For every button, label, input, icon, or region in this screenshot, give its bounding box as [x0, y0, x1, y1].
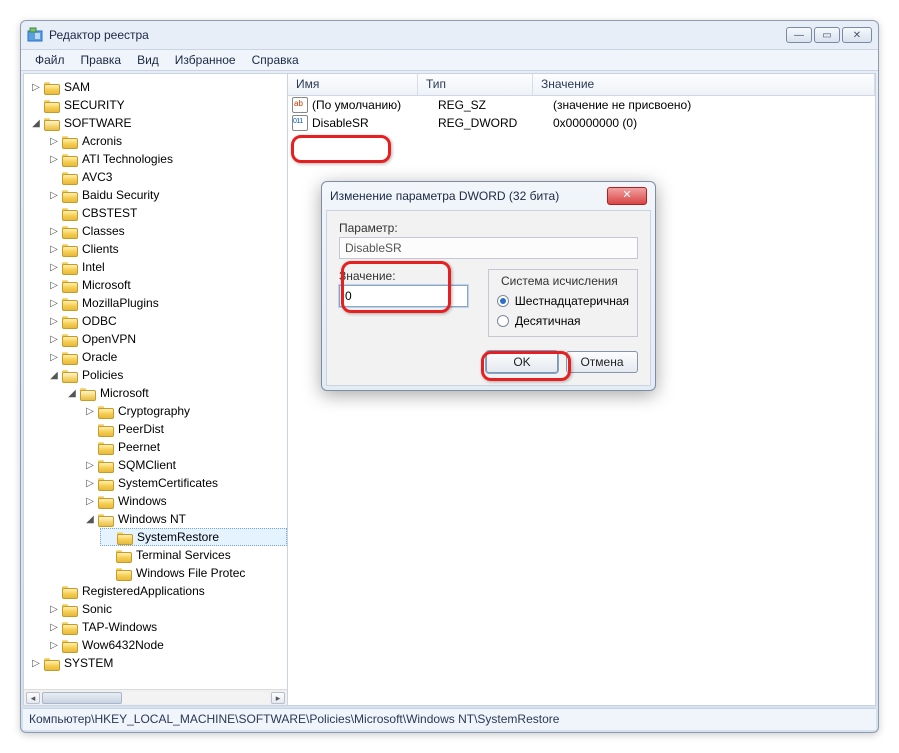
- cell-type: REG_DWORD: [438, 116, 553, 130]
- tree-label: SECURITY: [64, 98, 125, 112]
- radio-hex[interactable]: [497, 295, 509, 307]
- radio-dec[interactable]: [497, 315, 509, 327]
- tree-label: SAM: [64, 80, 90, 94]
- value-input[interactable]: [339, 285, 468, 307]
- tree-node[interactable]: AVC3: [46, 168, 287, 186]
- tree-node[interactable]: ◢SOFTWARE: [28, 114, 287, 132]
- edit-dword-dialog: Изменение параметра DWORD (32 бита) ✕ Па…: [321, 181, 656, 391]
- menu-file[interactable]: Файл: [27, 51, 73, 69]
- value-row-disablesr[interactable]: DisableSR REG_DWORD 0x00000000 (0): [288, 114, 875, 132]
- tree-node[interactable]: ◢Windows NT: [82, 510, 287, 528]
- radio-hex-label: Шестнадцатеричная: [515, 294, 629, 308]
- tree-node[interactable]: ▷Clients: [46, 240, 287, 258]
- tree-node[interactable]: SECURITY: [28, 96, 287, 114]
- scroll-left-icon[interactable]: ◂: [26, 692, 40, 704]
- tree-node-selected[interactable]: SystemRestore: [100, 528, 287, 546]
- registry-tree: ▷SAM SECURITY ◢SOFTWARE ▷Acronis ▷ATI Te…: [24, 78, 287, 672]
- cell-value: (значение не присвоено): [553, 98, 871, 112]
- tree-node[interactable]: ▷ODBC: [46, 312, 287, 330]
- menubar: Файл Правка Вид Избранное Справка: [21, 49, 878, 71]
- radix-legend: Система исчисления: [497, 274, 622, 288]
- titlebar[interactable]: Редактор реестра — ▭ ✕: [21, 21, 878, 49]
- tree-node[interactable]: Terminal Services: [100, 546, 287, 564]
- column-name[interactable]: Имя: [288, 74, 418, 95]
- statusbar-path: Компьютер\HKEY_LOCAL_MACHINE\SOFTWARE\Po…: [29, 712, 559, 726]
- dialog-title: Изменение параметра DWORD (32 бита): [330, 189, 607, 203]
- scroll-track[interactable]: [42, 692, 269, 704]
- cell-value: 0x00000000 (0): [553, 116, 871, 130]
- tree-node[interactable]: ▷Acronis: [46, 132, 287, 150]
- regsz-icon: [292, 97, 308, 113]
- tree-node[interactable]: ◢Microsoft: [64, 384, 287, 402]
- tree-node[interactable]: Peernet: [82, 438, 287, 456]
- menu-view[interactable]: Вид: [129, 51, 167, 69]
- maximize-button[interactable]: ▭: [814, 27, 840, 43]
- cell-name: DisableSR: [312, 116, 438, 130]
- radix-fieldset: Система исчисления Шестнадцатеричная Дес…: [488, 269, 638, 337]
- tree-node[interactable]: RegisteredApplications: [46, 582, 287, 600]
- dialog-titlebar[interactable]: Изменение параметра DWORD (32 бита) ✕: [322, 182, 655, 210]
- value-row-default[interactable]: (По умолчанию) REG_SZ (значение не присв…: [288, 96, 875, 114]
- tree-node[interactable]: ▷Classes: [46, 222, 287, 240]
- registry-editor-window: Редактор реестра — ▭ ✕ Файл Правка Вид И…: [20, 20, 879, 733]
- tree-node[interactable]: ▷OpenVPN: [46, 330, 287, 348]
- tree-node[interactable]: ▷Intel: [46, 258, 287, 276]
- tree-pane[interactable]: ▷SAM SECURITY ◢SOFTWARE ▷Acronis ▷ATI Te…: [24, 74, 288, 705]
- param-label: Параметр:: [339, 221, 638, 235]
- list-header: Имя Тип Значение: [288, 74, 875, 96]
- tree-node[interactable]: ▷Baidu Security: [46, 186, 287, 204]
- radio-dec-label: Десятичная: [515, 314, 581, 328]
- tree-node[interactable]: ▷Wow6432Node: [46, 636, 287, 654]
- param-name-field: DisableSR: [339, 237, 638, 259]
- column-type[interactable]: Тип: [418, 74, 533, 95]
- tree-node[interactable]: ◢Policies: [46, 366, 287, 384]
- tree-node[interactable]: ▷SystemCertificates: [82, 474, 287, 492]
- menu-favorites[interactable]: Избранное: [167, 51, 244, 69]
- tree-node[interactable]: ▷TAP-Windows: [46, 618, 287, 636]
- value-label: Значение:: [339, 269, 468, 283]
- app-icon: [27, 27, 43, 43]
- minimize-button[interactable]: —: [786, 27, 812, 43]
- tree-node[interactable]: CBSTEST: [46, 204, 287, 222]
- menu-edit[interactable]: Правка: [73, 51, 130, 69]
- radio-dec-row[interactable]: Десятичная: [497, 314, 629, 328]
- tree-node[interactable]: ▷SYSTEM: [28, 654, 287, 672]
- tree-node[interactable]: ▷ATI Technologies: [46, 150, 287, 168]
- ok-button[interactable]: OK: [486, 351, 558, 373]
- tree-node[interactable]: ▷Cryptography: [82, 402, 287, 420]
- dialog-body: Параметр: DisableSR Значение: Система ис…: [326, 210, 651, 386]
- tree-node[interactable]: ▷Sonic: [46, 600, 287, 618]
- dialog-close-button[interactable]: ✕: [607, 187, 647, 205]
- column-value[interactable]: Значение: [533, 74, 875, 95]
- radio-hex-row[interactable]: Шестнадцатеричная: [497, 294, 629, 308]
- tree-node[interactable]: ▷Oracle: [46, 348, 287, 366]
- tree-node[interactable]: ▷SAM: [28, 78, 287, 96]
- window-title: Редактор реестра: [49, 28, 786, 42]
- tree-node[interactable]: Windows File Protec: [100, 564, 287, 582]
- cell-name: (По умолчанию): [312, 98, 438, 112]
- regdword-icon: [292, 115, 308, 131]
- tree-node[interactable]: ▷Microsoft: [46, 276, 287, 294]
- scroll-thumb[interactable]: [42, 692, 122, 704]
- statusbar: Компьютер\HKEY_LOCAL_MACHINE\SOFTWARE\Po…: [23, 708, 876, 730]
- cell-type: REG_SZ: [438, 98, 553, 112]
- tree-node[interactable]: ▷Windows: [82, 492, 287, 510]
- cancel-button[interactable]: Отмена: [566, 351, 638, 373]
- tree-hscrollbar[interactable]: ◂ ▸: [24, 689, 287, 705]
- close-button[interactable]: ✕: [842, 27, 872, 43]
- tree-node[interactable]: ▷MozillaPlugins: [46, 294, 287, 312]
- tree-node[interactable]: PeerDist: [82, 420, 287, 438]
- scroll-right-icon[interactable]: ▸: [271, 692, 285, 704]
- tree-label: SOFTWARE: [64, 116, 132, 130]
- tree-node[interactable]: ▷SQMClient: [82, 456, 287, 474]
- menu-help[interactable]: Справка: [244, 51, 307, 69]
